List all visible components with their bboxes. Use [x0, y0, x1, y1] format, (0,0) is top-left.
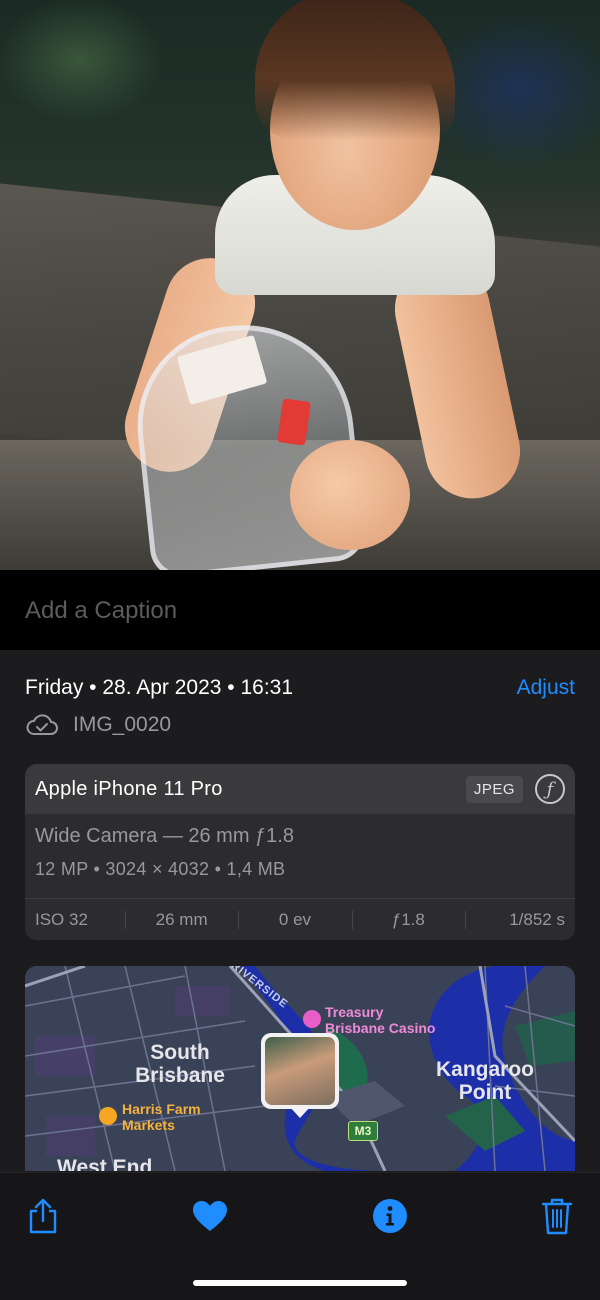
- favorite-button[interactable]: [190, 1196, 230, 1236]
- camera-model: Apple iPhone 11 Pro: [35, 777, 223, 800]
- photo-hair: [255, 0, 455, 140]
- exif-specs-row: ISO 32 26 mm 0 ev ƒ1.8 1/852 s: [25, 900, 575, 940]
- photo-location-pin[interactable]: [261, 1033, 339, 1109]
- aperture-f-icon: ƒ: [535, 774, 565, 804]
- info-icon: [373, 1199, 407, 1233]
- photo-date: Friday • 28. Apr 2023 • 16:31: [25, 676, 294, 699]
- map-label-west-end: West End: [57, 1156, 153, 1171]
- motorway-shield: M3: [348, 1121, 378, 1141]
- map-label-harris-farm: Harris Farm Markets: [122, 1101, 201, 1133]
- spec-exposure: 0 ev: [238, 910, 351, 930]
- file-row: IMG_0020: [25, 712, 171, 738]
- map-label-south-brisbane: South Brisbane: [135, 1041, 225, 1087]
- adjust-button[interactable]: Adjust: [517, 676, 575, 700]
- photo-hand: [290, 440, 410, 550]
- icloud-icon: [26, 714, 58, 735]
- share-button[interactable]: [23, 1196, 63, 1236]
- file-name: IMG_0020: [73, 713, 172, 736]
- spec-shutter: 1/852 s: [464, 910, 575, 930]
- photo-image[interactable]: [0, 0, 600, 570]
- spec-iso: ISO 32: [35, 910, 88, 929]
- heart-icon: [193, 1201, 227, 1231]
- caption-input[interactable]: Add a Caption: [25, 597, 177, 625]
- casino-pin-icon: [303, 1010, 321, 1028]
- pin-pointer: [289, 1106, 311, 1118]
- spec-aperture: ƒ1.8: [351, 910, 465, 930]
- photo-thumbnail: [265, 1037, 335, 1105]
- lens-info: Wide Camera — 26 mm ƒ1.8: [35, 825, 294, 847]
- home-indicator[interactable]: [193, 1280, 407, 1286]
- resolution-info: 12 MP • 3024 × 4032 • 1,4 MB: [35, 859, 286, 879]
- spec-focal-length: 26 mm: [125, 910, 238, 930]
- camera-info-card: Apple iPhone 11 Pro JPEG ƒ Wide Camera —…: [25, 764, 575, 940]
- camera-header: Apple iPhone 11 Pro JPEG ƒ: [25, 764, 575, 814]
- info-button[interactable]: [370, 1196, 410, 1236]
- share-icon: [29, 1198, 57, 1234]
- divider: [25, 898, 575, 899]
- map-label-treasury: Treasury Brisbane Casino: [325, 1004, 436, 1036]
- format-badge: JPEG: [465, 775, 523, 803]
- map-label-kangaroo-point: Kangaroo Point: [435, 1058, 534, 1104]
- trash-icon: [541, 1198, 573, 1235]
- delete-button[interactable]: [537, 1196, 577, 1236]
- shopping-pin-icon: [99, 1107, 117, 1125]
- location-map[interactable]: RIVERSIDE Treasury Brisbane Casino South…: [25, 966, 575, 1171]
